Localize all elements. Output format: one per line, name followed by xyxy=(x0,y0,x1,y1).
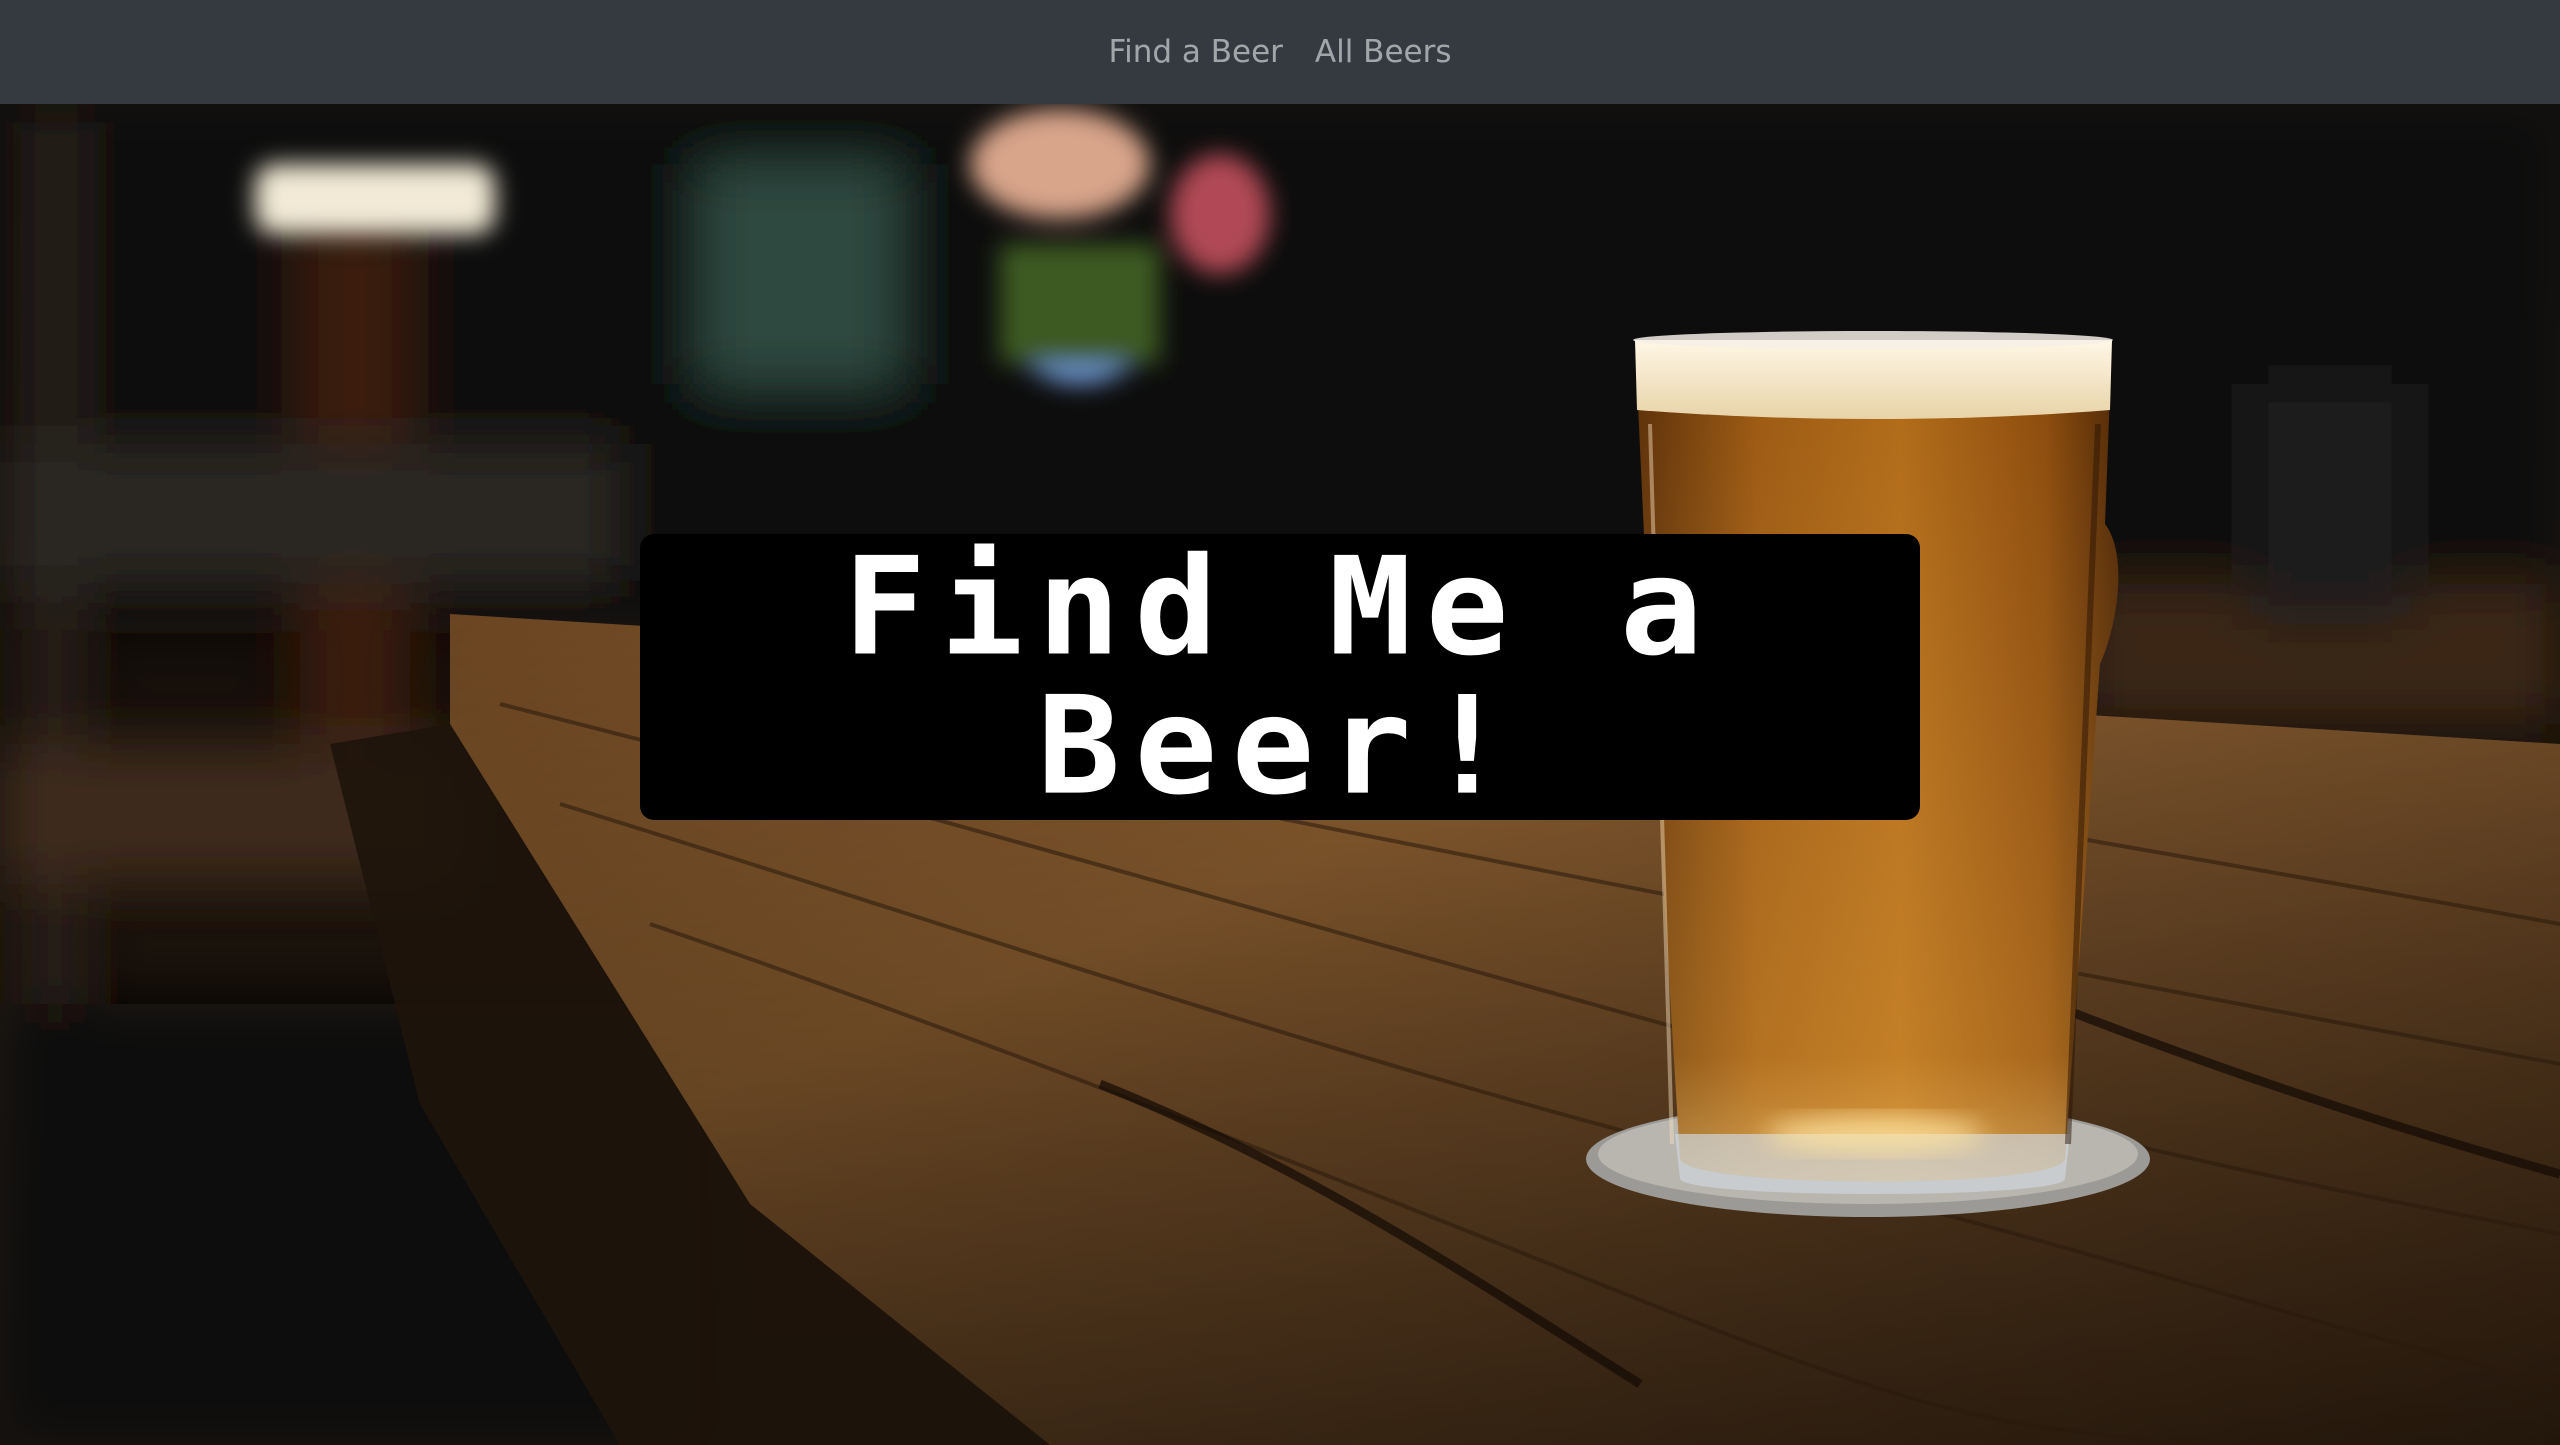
hero-title-box: Find Me a Beer! xyxy=(640,534,1920,820)
nav-link-find-a-beer[interactable]: Find a Beer xyxy=(1109,26,1283,78)
hero-title: Find Me a Beer! xyxy=(843,528,1717,825)
nav-link-all-beers[interactable]: All Beers xyxy=(1315,26,1452,78)
top-navbar: Find a Beer All Beers xyxy=(0,0,2560,104)
hero-background-image: Find Me a Beer! xyxy=(0,104,2560,1445)
